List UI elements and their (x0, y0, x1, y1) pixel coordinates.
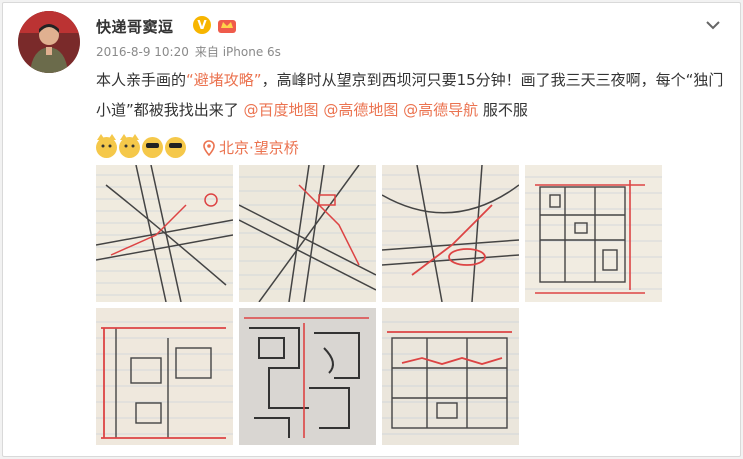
username[interactable]: 快递哥窦逗 (96, 16, 174, 37)
emoji-row (96, 133, 186, 159)
post-source: 来自 iPhone 6s (194, 45, 281, 59)
mention-baidu-map[interactable]: @百度地图 (244, 101, 319, 119)
sunglasses-emoji-icon (142, 136, 163, 158)
mention-gaode-map[interactable]: @高德地图 (323, 101, 398, 119)
location-pin-icon (203, 139, 215, 156)
location-link[interactable]: 北京·望京桥 (203, 137, 299, 158)
cat-face-emoji-icon (119, 133, 140, 158)
post-photo-5[interactable] (96, 308, 233, 445)
weibo-post-card: 快递哥窦逗 V 2016-8-9 10:20 来自 iPhone 6s 本人亲手画… (2, 2, 741, 457)
location-label: 北京·望京桥 (219, 139, 299, 157)
timestamp[interactable]: 2016-8-9 10:20 (96, 45, 189, 59)
post-photo-1[interactable] (96, 165, 233, 302)
mention-gaode-nav[interactable]: @高德导航 (403, 101, 478, 119)
avatar[interactable] (18, 11, 80, 73)
chevron-down-icon[interactable] (703, 15, 723, 35)
post-meta: 2016-8-9 10:20 来自 iPhone 6s (96, 43, 287, 60)
post-photo-6[interactable] (239, 308, 376, 445)
sunglasses-emoji-icon (165, 136, 186, 158)
post-text-part1: 本人亲手画的 (96, 71, 187, 89)
cat-face-emoji-icon (96, 133, 117, 158)
post-photo-7[interactable] (382, 308, 519, 445)
verified-badge-icon: V (193, 16, 211, 34)
post-text-part3: 服不服 (478, 101, 528, 119)
post-text-highlight: “避堵攻略” (186, 71, 262, 89)
post-photo-3[interactable] (382, 165, 519, 302)
post-photo-4[interactable] (525, 165, 662, 302)
level-crown-icon (217, 16, 237, 34)
post-body: 本人亲手画的“避堵攻略”，高峰时从望京到西坝河只要15分钟！画了我三天三夜啊，每… (96, 65, 726, 125)
post-photo-2[interactable] (239, 165, 376, 302)
